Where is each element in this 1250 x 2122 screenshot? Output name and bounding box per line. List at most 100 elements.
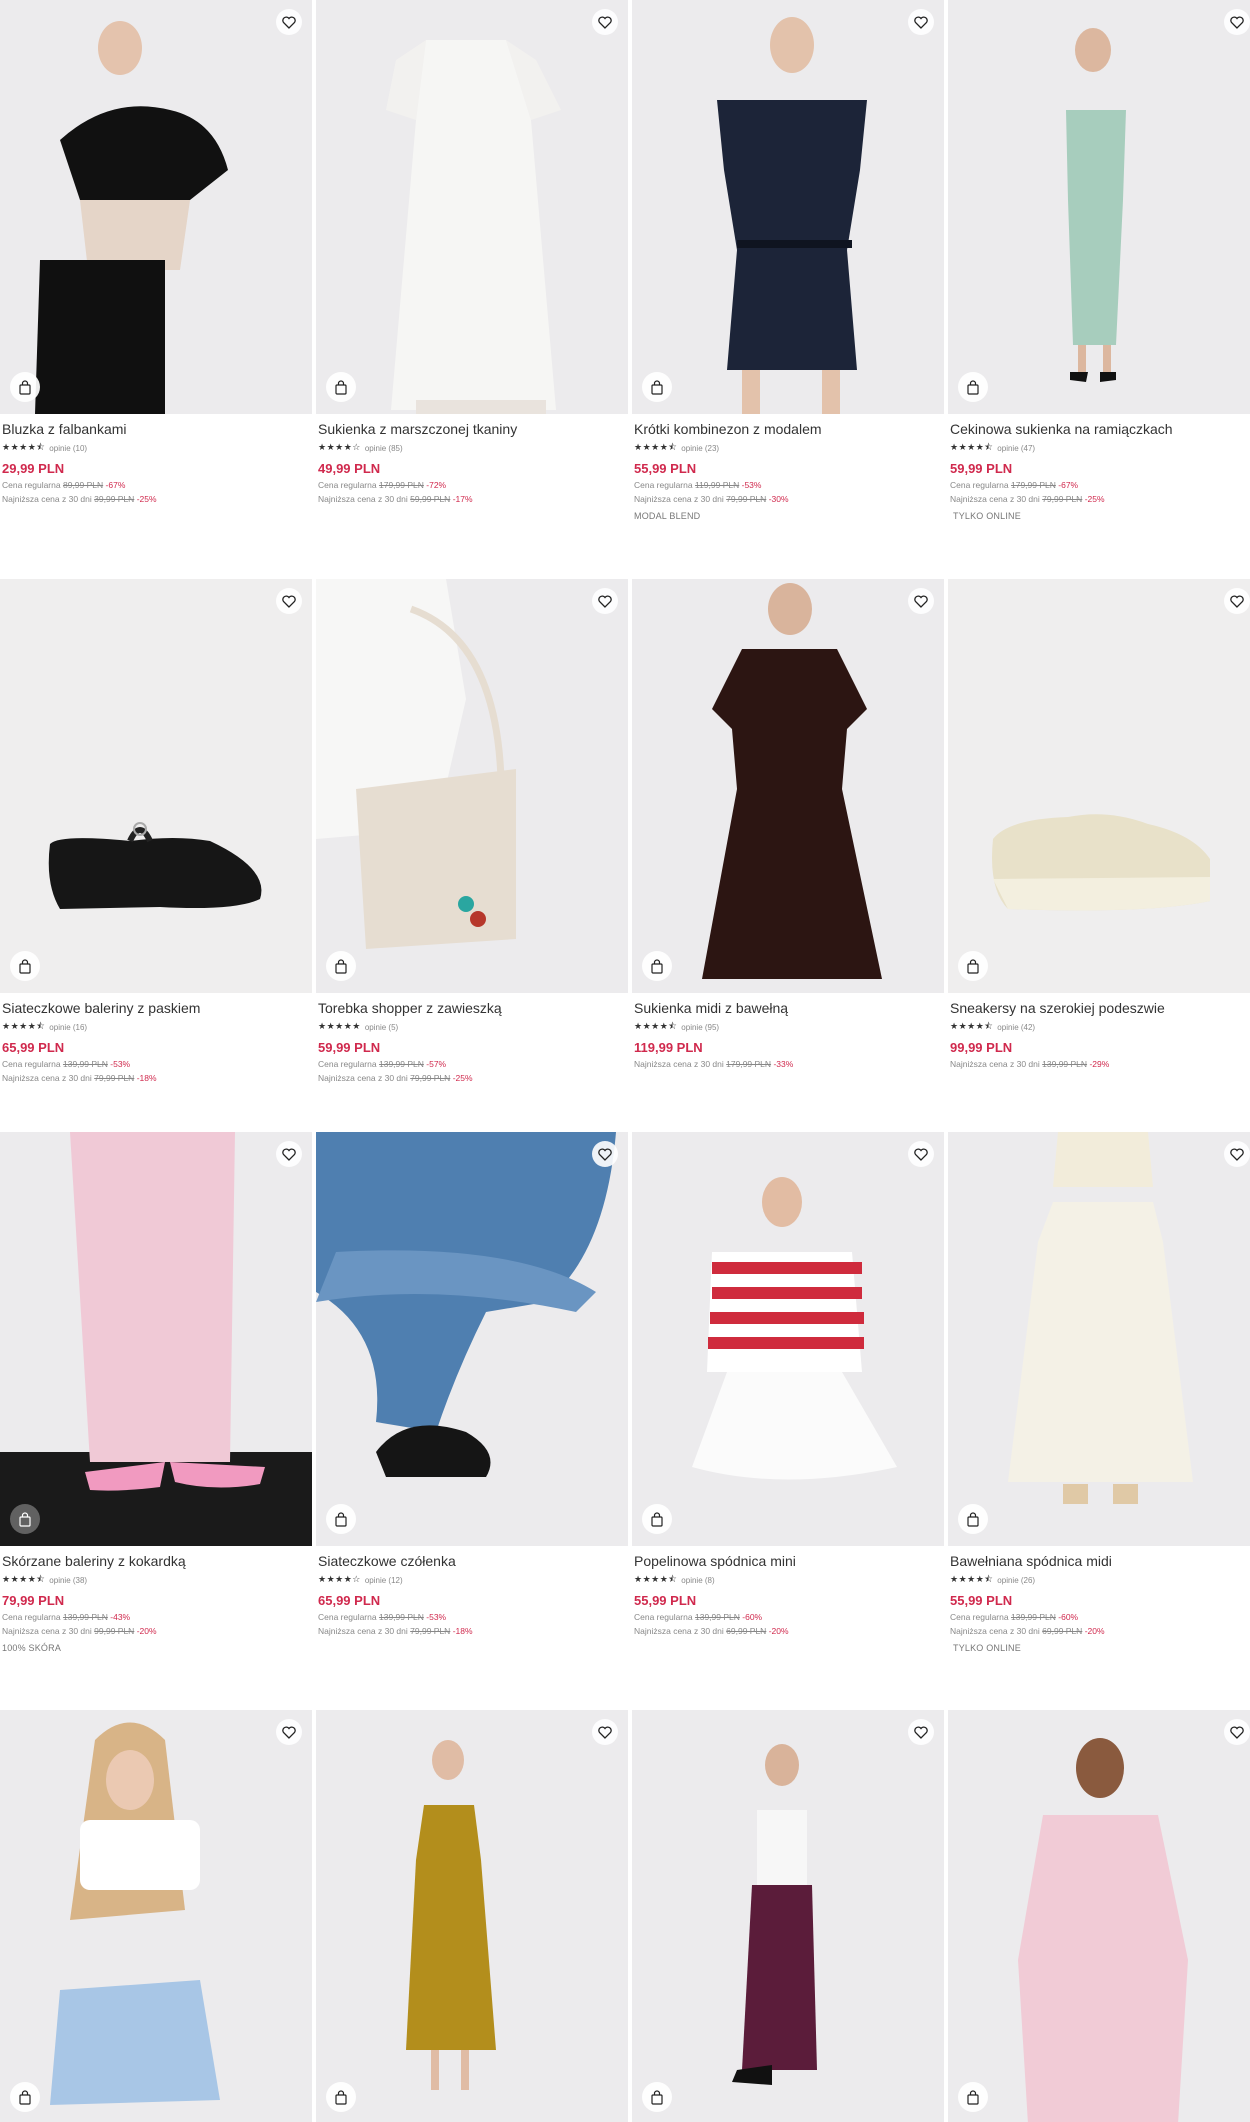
- add-to-bag-shopping-bag-icon[interactable]: [326, 951, 356, 981]
- review-count[interactable]: opinie (85): [365, 444, 403, 453]
- product-card[interactable]: [0, 1710, 312, 2122]
- regular-price-line: Cena regularna 139,99 PLN -53%: [318, 1612, 626, 1623]
- product-name[interactable]: Siateczkowe czółenka: [318, 1552, 626, 1570]
- product-image[interactable]: [316, 0, 628, 414]
- add-to-bag-shopping-bag-icon[interactable]: [642, 2082, 672, 2112]
- add-to-bag-shopping-bag-icon[interactable]: [10, 372, 40, 402]
- product-card[interactable]: Sneakersy na szerokiej podeszwie ★★★★⯪ o…: [948, 579, 1250, 1070]
- product-card[interactable]: [316, 1710, 628, 2122]
- add-to-bag-shopping-bag-icon[interactable]: [958, 951, 988, 981]
- add-to-bag-shopping-bag-icon[interactable]: [958, 372, 988, 402]
- product-image[interactable]: [0, 1132, 312, 1546]
- product-image[interactable]: [0, 0, 312, 414]
- add-to-bag-shopping-bag-icon[interactable]: [642, 372, 672, 402]
- wishlist-heart-icon[interactable]: [592, 588, 618, 614]
- review-count[interactable]: opinie (26): [997, 1576, 1035, 1585]
- product-rating: ★★★★⯪ opinie (47): [950, 441, 1250, 455]
- product-rating: ★★★★⯪ opinie (42): [950, 1020, 1250, 1034]
- product-image[interactable]: [632, 1710, 944, 2122]
- product-image[interactable]: [948, 579, 1250, 993]
- product-name[interactable]: Sneakersy na szerokiej podeszwie: [950, 999, 1250, 1017]
- review-count[interactable]: opinie (8): [681, 1576, 714, 1585]
- product-image[interactable]: [0, 1710, 312, 2122]
- product-card[interactable]: Krótki kombinezon z modalem ★★★★⯪ opinie…: [632, 0, 944, 521]
- product-name[interactable]: Bluzka z falbankami: [2, 420, 310, 438]
- product-card[interactable]: Popelinowa spódnica mini ★★★★⯪ opinie (8…: [632, 1132, 944, 1637]
- wishlist-heart-icon[interactable]: [592, 9, 618, 35]
- review-count[interactable]: opinie (42): [997, 1023, 1035, 1032]
- product-photo-placeholder: [0, 579, 312, 993]
- product-info: Popelinowa spódnica mini ★★★★⯪ opinie (8…: [632, 1546, 944, 1637]
- product-card[interactable]: Bluzka z falbankami ★★★★⯪ opinie (10) 29…: [0, 0, 312, 505]
- wishlist-heart-icon[interactable]: [1224, 1141, 1250, 1167]
- review-count[interactable]: opinie (5): [365, 1023, 398, 1032]
- add-to-bag-shopping-bag-icon[interactable]: [958, 1504, 988, 1534]
- add-to-bag-shopping-bag-icon[interactable]: [10, 951, 40, 981]
- product-name[interactable]: Popelinowa spódnica mini: [634, 1552, 942, 1570]
- product-name[interactable]: Torebka shopper z zawieszką: [318, 999, 626, 1017]
- review-count[interactable]: opinie (47): [997, 444, 1035, 453]
- product-image[interactable]: [948, 1132, 1250, 1546]
- product-card[interactable]: Cekinowa sukienka na ramiączkach ★★★★⯪ o…: [948, 0, 1250, 521]
- wishlist-heart-icon[interactable]: [1224, 9, 1250, 35]
- lowest-discount: -20%: [768, 1626, 789, 1636]
- product-name[interactable]: Siateczkowe baleriny z paskiem: [2, 999, 310, 1017]
- add-to-bag-shopping-bag-icon[interactable]: [326, 2082, 356, 2112]
- wishlist-heart-icon[interactable]: [1224, 1719, 1250, 1745]
- wishlist-heart-icon[interactable]: [908, 1719, 934, 1745]
- review-count[interactable]: opinie (38): [49, 1576, 87, 1585]
- product-image[interactable]: [316, 1132, 628, 1546]
- product-name[interactable]: Sukienka midi z bawełną: [634, 999, 942, 1017]
- product-card[interactable]: Siateczkowe czółenka ★★★★☆ opinie (12) 6…: [316, 1132, 628, 1637]
- product-name[interactable]: Skórzane baleriny z kokardką: [2, 1552, 310, 1570]
- lowest-price-value: 99,99 PLN: [94, 1626, 135, 1636]
- product-card[interactable]: Torebka shopper z zawieszką ★★★★★ opinie…: [316, 579, 628, 1084]
- wishlist-heart-icon[interactable]: [908, 588, 934, 614]
- wishlist-heart-icon[interactable]: [592, 1141, 618, 1167]
- product-image[interactable]: [316, 1710, 628, 2122]
- add-to-bag-shopping-bag-icon[interactable]: [10, 1504, 40, 1534]
- product-photo-placeholder: [948, 0, 1250, 414]
- product-image[interactable]: [632, 1132, 944, 1546]
- product-name[interactable]: Sukienka z marszczonej tkaniny: [318, 420, 626, 438]
- review-count[interactable]: opinie (12): [365, 1576, 403, 1585]
- add-to-bag-shopping-bag-icon[interactable]: [326, 372, 356, 402]
- add-to-bag-shopping-bag-icon[interactable]: [642, 1504, 672, 1534]
- product-name[interactable]: Bawełniana spódnica midi: [950, 1552, 1250, 1570]
- product-name[interactable]: Krótki kombinezon z modalem: [634, 420, 942, 438]
- product-info: Bluzka z falbankami ★★★★⯪ opinie (10) 29…: [0, 414, 312, 505]
- review-count[interactable]: opinie (16): [49, 1023, 87, 1032]
- wishlist-heart-icon[interactable]: [908, 9, 934, 35]
- product-card[interactable]: Skórzane baleriny z kokardką ★★★★⯪ opini…: [0, 1132, 312, 1653]
- add-to-bag-shopping-bag-icon[interactable]: [10, 2082, 40, 2112]
- review-count[interactable]: opinie (23): [681, 444, 719, 453]
- product-image[interactable]: [0, 579, 312, 993]
- product-card[interactable]: [948, 1710, 1250, 2122]
- wishlist-heart-icon[interactable]: [592, 1719, 618, 1745]
- wishlist-heart-icon[interactable]: [276, 588, 302, 614]
- product-card[interactable]: Sukienka z marszczonej tkaniny ★★★★☆ opi…: [316, 0, 628, 505]
- wishlist-heart-icon[interactable]: [1224, 588, 1250, 614]
- wishlist-heart-icon[interactable]: [276, 1719, 302, 1745]
- add-to-bag-shopping-bag-icon[interactable]: [958, 2082, 988, 2112]
- product-card[interactable]: Sukienka midi z bawełną ★★★★⯪ opinie (95…: [632, 579, 944, 1070]
- product-card[interactable]: Bawełniana spódnica midi ★★★★⯪ opinie (2…: [948, 1132, 1250, 1653]
- add-to-bag-shopping-bag-icon[interactable]: [642, 951, 672, 981]
- product-name[interactable]: Cekinowa sukienka na ramiączkach: [950, 420, 1250, 438]
- product-card[interactable]: [632, 1710, 944, 2122]
- review-count[interactable]: opinie (10): [49, 444, 87, 453]
- product-rating: ★★★★⯪ opinie (10): [2, 441, 310, 455]
- lowest-discount: -30%: [768, 494, 789, 504]
- wishlist-heart-icon[interactable]: [908, 1141, 934, 1167]
- product-image[interactable]: [632, 0, 944, 414]
- add-to-bag-shopping-bag-icon[interactable]: [326, 1504, 356, 1534]
- product-image[interactable]: [632, 579, 944, 993]
- wishlist-heart-icon[interactable]: [276, 9, 302, 35]
- product-image[interactable]: [948, 0, 1250, 414]
- lowest-price-label: Najniższa cena z 30 dni: [634, 1626, 724, 1636]
- product-image[interactable]: [948, 1710, 1250, 2122]
- product-card[interactable]: Siateczkowe baleriny z paskiem ★★★★⯪ opi…: [0, 579, 312, 1084]
- review-count[interactable]: opinie (95): [681, 1023, 719, 1032]
- product-image[interactable]: [316, 579, 628, 993]
- wishlist-heart-icon[interactable]: [276, 1141, 302, 1167]
